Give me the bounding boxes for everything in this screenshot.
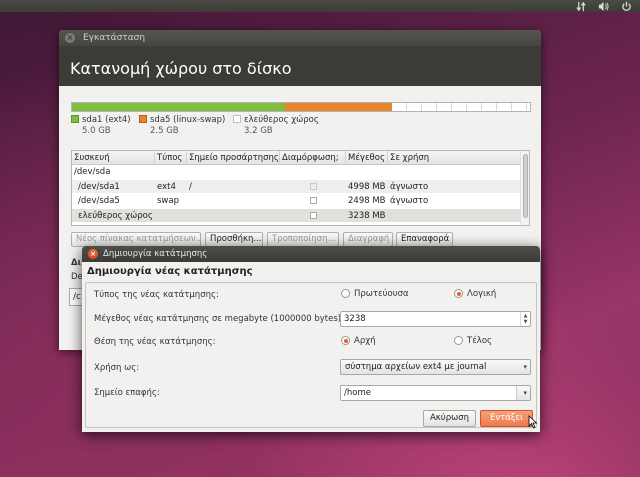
top-panel bbox=[0, 0, 640, 12]
position-label: Θέση της νέας κατάτμησης: bbox=[94, 337, 216, 347]
delete-button[interactable]: Διαγραφή bbox=[343, 232, 393, 247]
cancel-button[interactable]: Ακύρωση bbox=[423, 410, 476, 427]
legend-swatch bbox=[233, 115, 241, 123]
power-icon[interactable] bbox=[619, 0, 633, 12]
bootloader-label: Δι bbox=[71, 258, 81, 268]
disk-segment-0 bbox=[72, 103, 286, 111]
size-stepper[interactable]: ▲ ▼ bbox=[520, 312, 530, 326]
partition-type-label: Τύπος της νέας κατάτμησης: bbox=[94, 290, 219, 300]
end-radio[interactable]: Τέλος bbox=[454, 336, 492, 346]
installer-titlebar: × Εγκατάσταση bbox=[59, 30, 541, 46]
table-row[interactable]: /dev/sda1 ext4 / 4998 MB άγνωστο bbox=[72, 179, 529, 194]
size-input[interactable]: 3238 ▲ ▼ bbox=[340, 311, 531, 327]
ok-button[interactable]: Εντάξει bbox=[480, 410, 533, 427]
column-mount[interactable]: Σημείο προσάρτησης bbox=[187, 151, 280, 165]
close-icon[interactable]: × bbox=[65, 33, 75, 43]
column-type[interactable]: Τύπος bbox=[155, 151, 187, 165]
revert-button[interactable]: Επαναφορά bbox=[396, 232, 453, 247]
table-row[interactable]: /dev/sda5 swap 2498 MB άγνωστο bbox=[72, 194, 529, 209]
start-radio[interactable]: Αρχή bbox=[341, 336, 376, 346]
table-scrollbar[interactable] bbox=[520, 151, 529, 225]
disk-segment-2 bbox=[392, 103, 530, 111]
dialog-titlebar: × Δημιουργία κατάτμησης bbox=[82, 246, 540, 262]
disk-usage-bar bbox=[71, 102, 531, 112]
partition-buttons: Νέος πίνακας κατατμήσεων... Προσθήκη... … bbox=[59, 232, 541, 247]
new-partition-table-button[interactable]: Νέος πίνακας κατατμήσεων... bbox=[71, 232, 201, 247]
table-row[interactable]: ελεύθερος χώρος 3238 MB bbox=[72, 208, 529, 223]
use-as-select[interactable]: σύστημα αρχείων ext4 με journal ▾ bbox=[340, 359, 531, 375]
dialog-title: Δημιουργία κατάτμησης bbox=[103, 249, 208, 259]
dialog-heading: Δημιουργία νέας κατάτμησης bbox=[87, 266, 253, 277]
use-as-label: Χρήση ως: bbox=[94, 363, 140, 373]
column-used[interactable]: Σε χρήση bbox=[388, 151, 521, 165]
column-size[interactable]: Μέγεθος bbox=[346, 151, 388, 165]
mouse-cursor-icon bbox=[528, 415, 538, 429]
column-format[interactable]: Διαμόρφωση; bbox=[280, 151, 346, 165]
add-button[interactable]: Προσθήκη... bbox=[205, 232, 263, 247]
dialog-frame bbox=[85, 282, 537, 428]
change-button[interactable]: Τροποποίηση... bbox=[267, 232, 339, 247]
chevron-down-icon: ▾ bbox=[523, 389, 527, 397]
column-device[interactable]: Συσκευή bbox=[72, 151, 155, 165]
size-label: Μέγεθος νέας κατάτμησης σε megabyte (100… bbox=[94, 314, 344, 324]
speaker-icon[interactable] bbox=[596, 0, 610, 12]
page-title: Κατανομή χώρου στο δίσκο bbox=[59, 46, 541, 86]
legend-sda5: sda5 (linux-swap) 2.5 GB bbox=[139, 115, 225, 136]
legend-swatch bbox=[71, 115, 79, 123]
installer-title: Εγκατάσταση bbox=[83, 33, 146, 43]
table-header: Συσκευή Τύπος Σημείο προσάρτησης Διαμόρφ… bbox=[72, 151, 529, 165]
legend-swatch bbox=[139, 115, 147, 123]
mount-point-combo[interactable]: /home ▾ bbox=[340, 385, 531, 401]
partition-table: Συσκευή Τύπος Σημείο προσάρτησης Διαμόρφ… bbox=[71, 150, 530, 226]
logical-radio[interactable]: Λογική bbox=[454, 289, 496, 299]
network-arrows-icon[interactable] bbox=[574, 0, 588, 12]
primary-radio[interactable]: Πρωτεύουσα bbox=[341, 289, 409, 299]
mount-point-label: Σημείο επαφής: bbox=[94, 388, 160, 398]
legend-sda1: sda1 (ext4) 5.0 GB bbox=[71, 115, 131, 136]
legend-free-space: ελεύθερος χώρος 3.2 GB bbox=[233, 115, 319, 136]
disk-segment-1 bbox=[285, 103, 393, 111]
close-icon[interactable]: × bbox=[88, 249, 98, 259]
device-label: De bbox=[71, 272, 83, 282]
table-row[interactable]: /dev/sda bbox=[72, 165, 529, 180]
chevron-down-icon: ▾ bbox=[523, 363, 527, 371]
create-partition-dialog: × Δημιουργία κατάτμησης Δημιουργία νέας … bbox=[82, 246, 540, 432]
